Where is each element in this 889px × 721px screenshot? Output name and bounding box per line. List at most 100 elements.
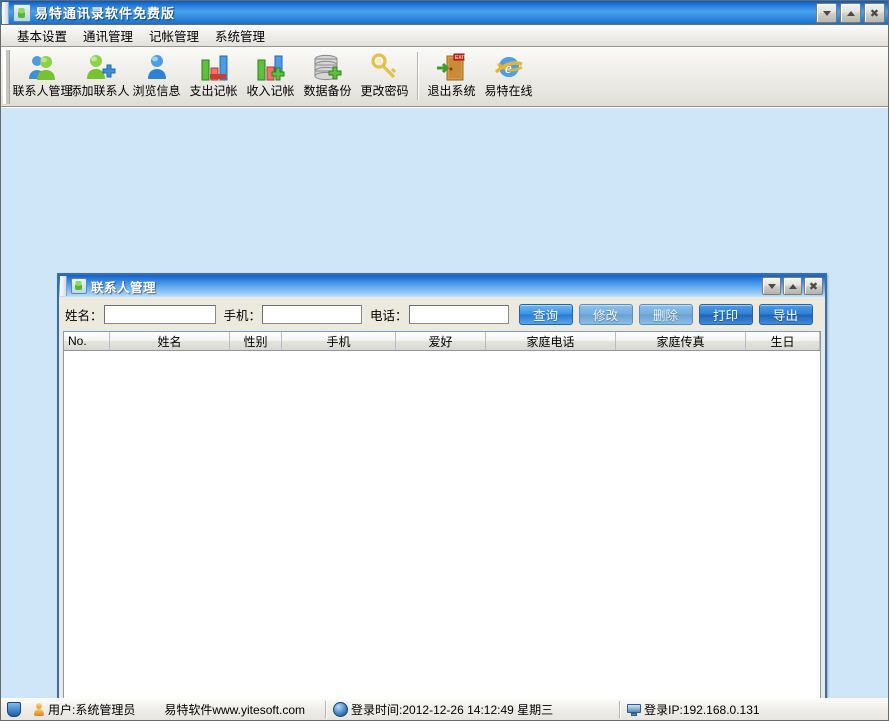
status-bar: 用户:系统管理员 易特软件www.yitesoft.com 登录时间:2012-… xyxy=(1,698,888,720)
key-icon xyxy=(366,51,404,83)
toolbar-button-label: 退出系统 xyxy=(427,84,476,98)
child-minimize-button[interactable] xyxy=(762,277,781,295)
delete-button[interactable]: 删除 xyxy=(638,303,693,325)
monitor-icon xyxy=(627,703,642,716)
contacts-management-window: 联系人管理 ✖ 姓名： 手机： 电话： 查询 修改 删除 打印 导出 No. 姓… xyxy=(57,273,827,698)
export-button[interactable]: 导出 xyxy=(758,303,813,325)
title-bar: 易特通讯录软件免费版 ✖ xyxy=(1,1,888,25)
toolbar-button-label: 数据备份 xyxy=(303,84,352,98)
toolbar-separator xyxy=(417,52,419,100)
bar-chart-plus-icon xyxy=(252,51,290,83)
name-field-label: 姓名： xyxy=(65,308,103,323)
toolbar-button-label: 浏览信息 xyxy=(132,84,181,98)
svg-text:e: e xyxy=(505,61,512,77)
toolbar-button-change-password[interactable]: 更改密码 xyxy=(356,50,413,104)
exit-door-icon: EXIT xyxy=(433,51,471,83)
toolbar-button-browse-info[interactable]: 浏览信息 xyxy=(128,50,185,104)
person-icon xyxy=(138,51,176,83)
grid-column-home-fax[interactable]: 家庭传真 xyxy=(616,332,746,350)
close-button[interactable]: ✖ xyxy=(864,3,885,23)
status-cell-shield xyxy=(1,700,27,720)
grid-column-home-phone[interactable]: 家庭电话 xyxy=(486,332,616,350)
close-icon: ✖ xyxy=(808,279,819,293)
toolbar-grip[interactable] xyxy=(3,50,10,104)
status-login-ip-text: 登录IP:192.168.0.131 xyxy=(644,703,760,717)
contacts-window-icon xyxy=(71,278,87,294)
window-controls: ✖ xyxy=(816,3,885,23)
application-window: 易特通讯录软件免费版 ✖ 基本设置 通讯管理 记帐管理 系统管理 联系人管理 添… xyxy=(0,0,889,721)
arrow-up-icon xyxy=(846,10,855,16)
status-cell-user: 用户:系统管理员 xyxy=(27,700,141,720)
title-bar-grip xyxy=(2,1,9,24)
grid-column-birthday[interactable]: 生日 xyxy=(746,332,820,350)
arrow-up-icon xyxy=(788,283,797,289)
contacts-app-icon xyxy=(13,3,31,22)
contacts-grid: No. 姓名 性别 手机 爱好 家庭电话 家庭传真 生日 xyxy=(63,331,821,698)
child-title-bar: 联系人管理 ✖ xyxy=(59,275,825,297)
child-window-body: 姓名： 手机： 电话： 查询 修改 删除 打印 导出 No. 姓名 性别 手机 … xyxy=(59,297,825,698)
toolbar-button-label: 更改密码 xyxy=(360,84,409,98)
maximize-button[interactable] xyxy=(840,3,861,23)
menu-basic-settings[interactable]: 基本设置 xyxy=(9,24,75,47)
toolbar-button-label: 联系人管理 xyxy=(12,84,73,98)
status-cell-login-ip: 登录IP:192.168.0.131 xyxy=(621,700,765,720)
menu-system-management[interactable]: 系统管理 xyxy=(207,24,273,47)
menu-accounting-management[interactable]: 记帐管理 xyxy=(141,24,207,47)
grid-body-empty[interactable] xyxy=(64,351,820,698)
database-plus-icon xyxy=(309,51,347,83)
svg-text:EXIT: EXIT xyxy=(455,55,466,61)
user-icon xyxy=(33,703,45,716)
name-input[interactable] xyxy=(103,304,216,324)
close-icon: ✖ xyxy=(869,6,880,20)
bar-chart-minus-icon xyxy=(195,51,233,83)
toolbar-button-income[interactable]: 收入记帐 xyxy=(242,50,299,104)
toolbar-button-label: 收入记帐 xyxy=(246,84,295,98)
menu-bar: 基本设置 通讯管理 记帐管理 系统管理 xyxy=(1,25,888,47)
toolbar-button-add-contact[interactable]: 添加联系人 xyxy=(69,50,130,104)
menu-contact-management[interactable]: 通讯管理 xyxy=(75,24,141,47)
child-close-button[interactable]: ✖ xyxy=(804,277,823,295)
toolbar-button-backup[interactable]: 数据备份 xyxy=(299,50,356,104)
grid-column-no[interactable]: No. xyxy=(64,332,110,350)
grid-column-gender[interactable]: 性别 xyxy=(230,332,282,350)
search-filter-row: 姓名： 手机： 电话： 查询 修改 删除 打印 导出 xyxy=(61,299,823,329)
toolbar-button-label: 易特在线 xyxy=(484,84,533,98)
grid-column-hobby[interactable]: 爱好 xyxy=(396,332,486,350)
child-window-controls: ✖ xyxy=(762,277,823,295)
phone-input[interactable] xyxy=(408,304,509,324)
toolbar-button-online[interactable]: e 易特在线 xyxy=(480,50,537,104)
modify-button[interactable]: 修改 xyxy=(578,303,633,325)
phone-field-label: 电话： xyxy=(370,308,408,323)
grid-header-row: No. 姓名 性别 手机 爱好 家庭电话 家庭传真 生日 xyxy=(64,332,820,351)
status-vendor-text: 易特软件www.yitesoft.com xyxy=(164,703,306,717)
grid-column-mobile[interactable]: 手机 xyxy=(282,332,396,350)
arrow-down-icon xyxy=(822,10,831,16)
internet-explorer-icon: e xyxy=(490,51,528,83)
window-title: 易特通讯录软件免费版 xyxy=(35,6,176,21)
status-login-time-text: 登录时间:2012-12-26 14:12:49 星期三 xyxy=(351,703,554,717)
toolbar-button-contacts[interactable]: 联系人管理 xyxy=(12,50,73,104)
toolbar-button-label: 添加联系人 xyxy=(69,84,130,98)
mobile-input[interactable] xyxy=(262,304,363,324)
mobile-field-label: 手机： xyxy=(223,308,262,323)
arrow-down-icon xyxy=(767,283,776,289)
two-people-icon xyxy=(24,51,62,83)
child-window-title: 联系人管理 xyxy=(91,280,157,295)
query-button[interactable]: 查询 xyxy=(518,303,573,325)
grid-column-name[interactable]: 姓名 xyxy=(110,332,230,350)
toolbar: 联系人管理 添加联系人 浏览信息 支出记帐 收入记帐 数据备份 更改密码 EXI… xyxy=(1,47,888,107)
toolbar-button-expense[interactable]: 支出记帐 xyxy=(185,50,242,104)
shield-icon xyxy=(7,702,21,717)
status-user-text: 用户:系统管理员 xyxy=(48,703,136,717)
status-cell-vendor: 易特软件www.yitesoft.com xyxy=(155,700,311,720)
child-maximize-button[interactable] xyxy=(783,277,802,295)
minimize-button[interactable] xyxy=(816,3,837,23)
person-add-icon xyxy=(81,51,119,83)
globe-icon xyxy=(333,702,349,717)
print-button[interactable]: 打印 xyxy=(698,303,753,325)
toolbar-button-exit[interactable]: EXIT 退出系统 xyxy=(423,50,480,104)
child-title-bar-grip xyxy=(60,276,67,296)
mdi-client-area: 联系人管理 ✖ 姓名： 手机： 电话： 查询 修改 删除 打印 导出 No. 姓… xyxy=(1,107,888,698)
toolbar-button-label: 支出记帐 xyxy=(189,84,238,98)
status-cell-login-time: 登录时间:2012-12-26 14:12:49 星期三 xyxy=(327,700,559,720)
